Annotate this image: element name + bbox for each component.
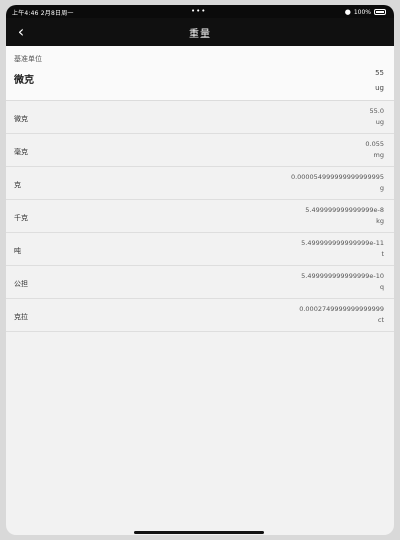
base-unit-symbol: ug	[375, 84, 384, 92]
unit-value: 5.499999999999999e-8	[305, 206, 384, 214]
multitasking-dots[interactable]: •••	[191, 7, 206, 15]
unit-symbol: t	[381, 250, 384, 258]
home-indicator[interactable]	[134, 531, 264, 534]
unit-symbol: ct	[377, 316, 384, 324]
unit-name: 公担	[14, 280, 28, 288]
unit-symbol: g	[379, 184, 384, 192]
status-right: ● 100%	[345, 8, 386, 16]
unit-value: 5.499999999999999e-10	[301, 272, 384, 280]
unit-value: 5.499999999999999e-11	[301, 239, 384, 247]
list-item[interactable]: 克拉 0.0002749999999999999 ct	[6, 299, 394, 332]
device-frame: 上午4:46 2月8日周一 ••• ● 100% ‹ 重量 基准单位 微克 55…	[0, 0, 400, 540]
unit-value: 55.0	[369, 107, 384, 115]
base-unit-value[interactable]: 55	[375, 69, 384, 77]
app-screen: 上午4:46 2月8日周一 ••• ● 100% ‹ 重量 基准单位 微克 55…	[6, 5, 394, 535]
base-unit-name: 微克	[14, 75, 34, 86]
battery-icon	[374, 9, 386, 15]
nav-bar: ‹ 重量	[6, 18, 394, 46]
unit-value: 0.0002749999999999999	[299, 305, 384, 313]
unit-value: 0.000054999999999999995	[290, 173, 384, 181]
battery-percent: 100%	[353, 8, 371, 16]
unit-symbol: kg	[376, 217, 384, 225]
list-item[interactable]: 微克 55.0 ug	[6, 101, 394, 134]
list-item[interactable]: 公担 5.499999999999999e-10 q	[6, 266, 394, 299]
status-bar: 上午4:46 2月8日周一 ••• ● 100%	[6, 5, 394, 18]
unit-name: 克拉	[14, 313, 28, 321]
unit-name: 毫克	[14, 148, 28, 156]
unit-name: 吨	[14, 247, 21, 255]
unit-name: 千克	[14, 214, 28, 222]
base-unit-label: 基准单位	[14, 55, 42, 63]
unit-name: 微克	[14, 115, 28, 123]
list-item[interactable]: 吨 5.499999999999999e-11 t	[6, 233, 394, 266]
list-item[interactable]: 毫克 0.055 mg	[6, 134, 394, 167]
list-item[interactable]: 千克 5.499999999999999e-8 kg	[6, 200, 394, 233]
unit-value: 0.055	[365, 140, 384, 148]
unit-name: 克	[14, 181, 21, 189]
status-time-date: 上午4:46 2月8日周一	[12, 10, 74, 17]
list-item[interactable]: 克 0.000054999999999999995 g	[6, 167, 394, 200]
unit-symbol: q	[379, 283, 384, 291]
unit-symbol: ug	[375, 118, 384, 126]
unit-symbol: mg	[373, 151, 384, 159]
wifi-icon: ●	[344, 8, 351, 16]
page-title: 重量	[189, 29, 211, 40]
base-unit-panel[interactable]: 基准单位 微克 55 ug	[6, 46, 394, 101]
